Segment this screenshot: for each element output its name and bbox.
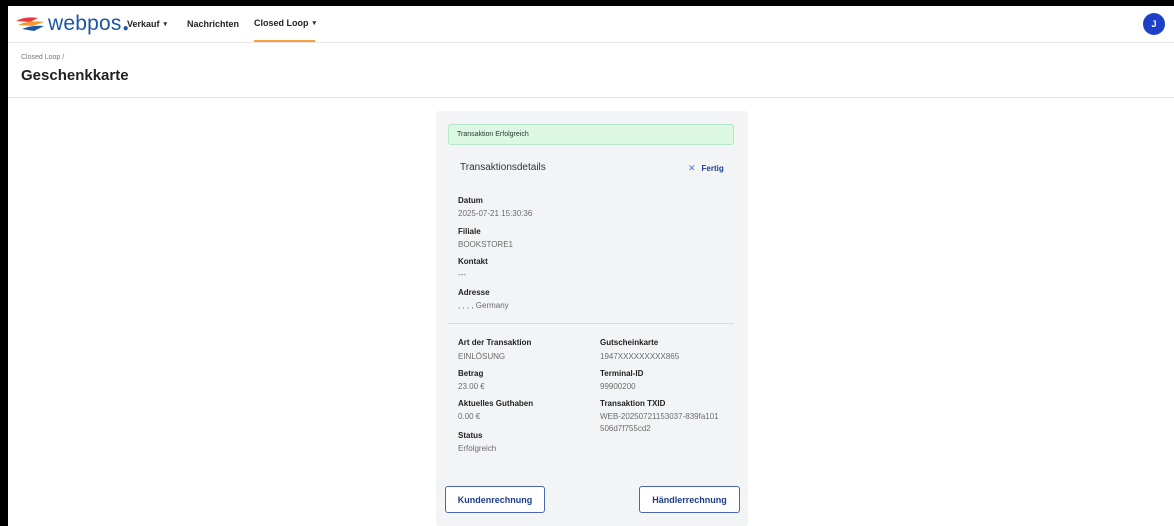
nav-closed-loop[interactable]: Closed Loop ▾ — [254, 6, 317, 42]
txid-label: Transaktion TXID — [600, 399, 666, 408]
terminal-label: Terminal-ID — [600, 369, 644, 378]
karte-value: 1947XXXXXXXXX865 — [600, 352, 680, 361]
nav-closed-loop-label: Closed Loop — [254, 18, 309, 28]
user-avatar[interactable]: J — [1143, 13, 1165, 35]
status-value: Erfolgreich — [458, 444, 497, 453]
art-value: EINLÖSUNG — [458, 352, 506, 361]
betrag-label: Betrag — [458, 369, 484, 378]
webpos-logo[interactable]: webpos ● — [16, 10, 129, 38]
details-title: Transaktionsdetails — [460, 162, 546, 173]
chevron-down-icon: ▾ — [312, 20, 317, 27]
divider — [448, 323, 734, 324]
karte-label: Gutscheinkarte — [600, 338, 659, 347]
merchant-invoice-button[interactable]: Händlerrechnung — [639, 486, 740, 513]
breadcrumb[interactable]: Closed Loop / — [21, 54, 64, 61]
adresse-label: Adresse — [458, 288, 490, 297]
adresse-value: , , , , Germany — [458, 301, 509, 310]
page-header: Closed Loop / Geschenkkarte — [8, 43, 1174, 98]
terminal-value: 99900200 — [600, 382, 636, 391]
kontakt-label: Kontakt — [458, 257, 488, 266]
close-icon: ✕ — [688, 163, 696, 173]
done-label: Fertig — [701, 164, 724, 173]
transaction-card: Transaktion Erfolgreich Transaktionsdeta… — [436, 111, 748, 526]
status-label: Status — [458, 431, 483, 440]
done-button[interactable]: ✕ Fertig — [688, 163, 724, 174]
app-window: webpos ● Verkauf ▾ Nachrichten Closed Lo… — [8, 6, 1174, 526]
betrag-value: 23.00 € — [458, 382, 485, 391]
art-label: Art der Transaktion — [458, 338, 532, 347]
datum-label: Datum — [458, 196, 483, 205]
filiale-label: Filiale — [458, 227, 481, 236]
guthaben-label: Aktuelles Guthaben — [458, 399, 534, 408]
success-alert: Transaktion Erfolgreich — [448, 124, 734, 145]
nav-nachrichten[interactable]: Nachrichten — [187, 6, 239, 42]
logo-mark-icon — [16, 17, 44, 31]
nav-nachrichten-label: Nachrichten — [187, 19, 240, 29]
top-navigation: webpos ● Verkauf ▾ Nachrichten Closed Lo… — [8, 6, 1174, 43]
txid-value-line1: WEB-20250721153037-839fa101 — [600, 412, 719, 421]
filiale-value: BOOKSTORE1 — [458, 240, 513, 249]
kontakt-value: --- — [458, 270, 466, 279]
chevron-down-icon: ▾ — [163, 21, 168, 28]
page-title: Geschenkkarte — [21, 67, 129, 84]
guthaben-value: 0.00 € — [458, 412, 481, 421]
nav-verkauf-label: Verkauf — [127, 19, 160, 29]
customer-invoice-button[interactable]: Kundenrechnung — [445, 486, 545, 513]
txid-value-line2: 506d7f755cd2 — [600, 424, 651, 433]
logo-text: webpos — [48, 12, 122, 35]
nav-verkauf[interactable]: Verkauf ▾ — [127, 6, 167, 42]
datum-value: 2025-07-21 15:30:36 — [458, 209, 533, 218]
